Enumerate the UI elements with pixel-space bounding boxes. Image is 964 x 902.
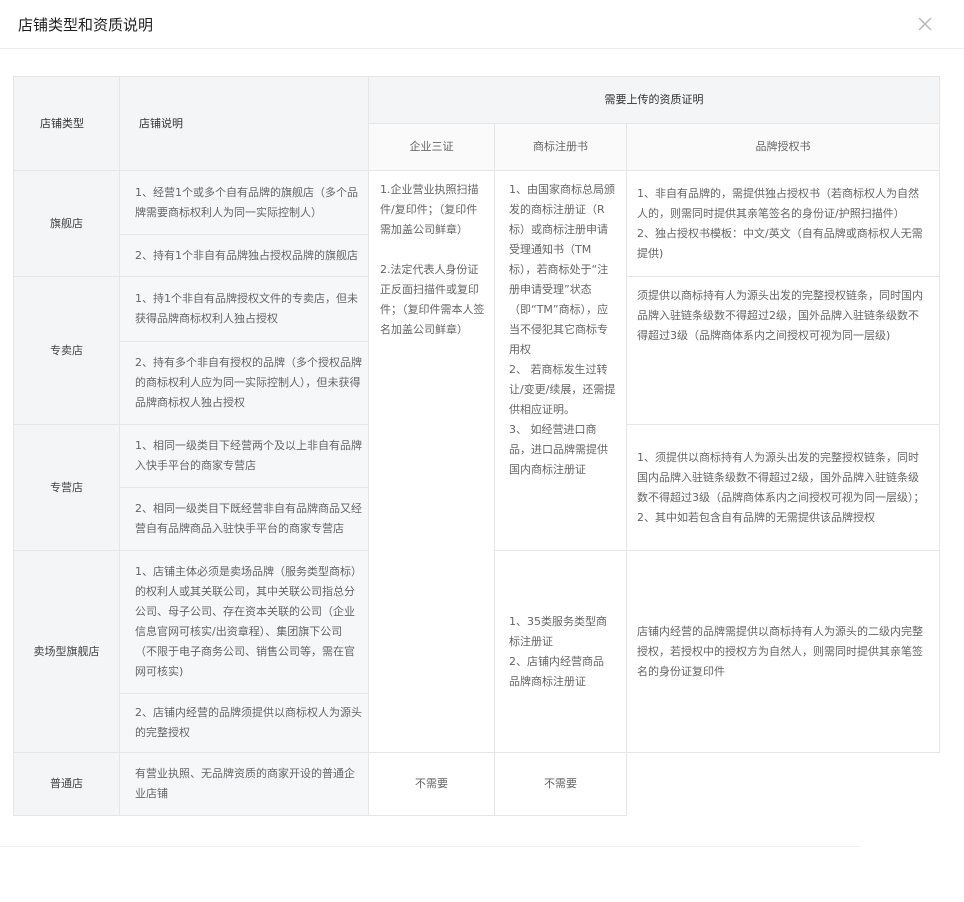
close-icon[interactable] — [914, 13, 936, 35]
header-qualification: 需要上传的资质证明 — [368, 76, 940, 124]
footer-divider — [0, 846, 860, 847]
header-auth: 品牌授权书 — [626, 123, 940, 171]
license-item: 2.法定代表人身份证正反面扫描件或复印件；（复印件需本人签名加盖公司鲜章） — [380, 263, 485, 336]
trademark-item: 3、 如经营进口商品，进口品牌需提供国内商标注册证 — [509, 423, 608, 476]
table-row: 普通店 有营业执照、无品牌资质的商家开设的普通企业店铺 不需要 不需要 — [13, 752, 940, 816]
shop-type-exclusive: 专卖店 — [13, 276, 120, 425]
trademark-cell: 不需要 — [368, 752, 495, 816]
auth-cell: 1、非自有品牌的，需提供独占授权书（若商标权人为自然人的，则需同时提供其亲笔签名… — [626, 170, 940, 277]
license-item: 1.企业营业执照扫描件/复印件；（复印件需加盖公司鲜章） — [380, 183, 479, 236]
desc-cell: 1、持1个非自有品牌授权文件的专卖店，但未获得品牌商标权利人独占授权 — [119, 276, 369, 342]
trademark-item: 1、由国家商标总局颁发的商标注册证（R标）或商标注册申请受理通知书（TM标），若… — [509, 183, 615, 356]
desc-cell: 2、相同一级类目下既经营非自有品牌商品又经营自有品牌商品入驻快手平台的商家专营店 — [119, 487, 369, 551]
auth-cell: 店铺内经营的品牌需提供以商标持有人为源头的二级内完整授权，若授权中的授权方为自然… — [626, 550, 940, 753]
auth-item: 2、独占授权书模板：中文/英文（自有品牌或商标权人无需提供) — [637, 226, 923, 260]
qualification-table: 店铺类型 店铺说明 需要上传的资质证明 企业三证 商标注册书 品牌授权书 旗舰店… — [13, 76, 940, 816]
desc-cell: 有营业执照、无品牌资质的商家开设的普通企业店铺 — [119, 752, 369, 816]
desc-cell: 2、持有多个非自有授权的品牌（多个授权品牌的商标权利人应为同一实际控制人），但未… — [119, 341, 369, 425]
desc-cell: 2、持有1个非自有品牌独占授权品牌的旗舰店 — [119, 234, 369, 277]
trademark-cell: 1、由国家商标总局颁发的商标注册证（R标）或商标注册申请受理通知书（TM标），若… — [494, 170, 627, 551]
trademark-item: 1、35类服务类型商标注册证 — [509, 614, 607, 648]
desc-cell: 1、经营1个或多个自有品牌的旗舰店（多个品牌需要商标权利人为同一实际控制人） — [119, 170, 369, 235]
shop-type-specialty: 专营店 — [13, 424, 120, 551]
desc-cell: 1、相同一级类目下经营两个及以上非自有品牌入快手平台的商家专营店 — [119, 424, 369, 488]
header-license: 企业三证 — [368, 123, 495, 171]
dialog-title: 店铺类型和资质说明 — [18, 16, 154, 34]
desc-cell: 1、店铺主体必须是卖场品牌（服务类型商标）的权利人或其关联公司，其中关联公司指总… — [119, 550, 369, 694]
auth-item: 2、其中如若包含自有品牌的无需提供该品牌授权 — [637, 510, 875, 524]
auth-cell: 不需要 — [494, 752, 627, 816]
shop-type-normal: 普通店 — [13, 752, 120, 816]
trademark-item: 2、店铺内经营商品品牌商标注册证 — [509, 654, 604, 688]
license-cell: 1.企业营业执照扫描件/复印件；（复印件需加盖公司鲜章） 2.法定代表人身份证正… — [368, 170, 495, 753]
desc-cell: 2、店铺内经营的品牌须提供以商标权人为源头的完整授权 — [119, 693, 369, 753]
header-trademark: 商标注册书 — [494, 123, 627, 171]
dialog-header: 店铺类型和资质说明 — [0, 0, 964, 49]
shop-type-mall: 卖场型旗舰店 — [13, 550, 120, 753]
auth-item: 1、非自有品牌的，需提供独占授权书（若商标权人为自然人的，则需同时提供其亲笔签名… — [637, 186, 919, 220]
header-shop-type: 店铺类型 — [13, 76, 120, 171]
header-shop-desc: 店铺说明 — [119, 76, 369, 171]
auth-cell: 须提供以商标持有人为源头出发的完整授权链条，同时国内品牌入驻链条级数不得超过2级… — [626, 276, 940, 425]
shop-type-flagship: 旗舰店 — [13, 170, 120, 277]
trademark-item: 2、 若商标发生过转让/变更/续展，还需提供相应证明。 — [509, 363, 616, 416]
auth-cell: 1、须提供以商标持有人为源头出发的完整授权链条，同时国内品牌入驻链条级数不得超过… — [626, 424, 940, 551]
auth-item: 1、须提供以商标持有人为源头出发的完整授权链条，同时国内品牌入驻链条级数不得超过… — [637, 450, 925, 504]
table-row: 旗舰店 1、经营1个或多个自有品牌的旗舰店（多个品牌需要商标权利人为同一实际控制… — [13, 170, 940, 753]
trademark-cell: 1、35类服务类型商标注册证 2、店铺内经营商品品牌商标注册证 — [494, 550, 627, 753]
